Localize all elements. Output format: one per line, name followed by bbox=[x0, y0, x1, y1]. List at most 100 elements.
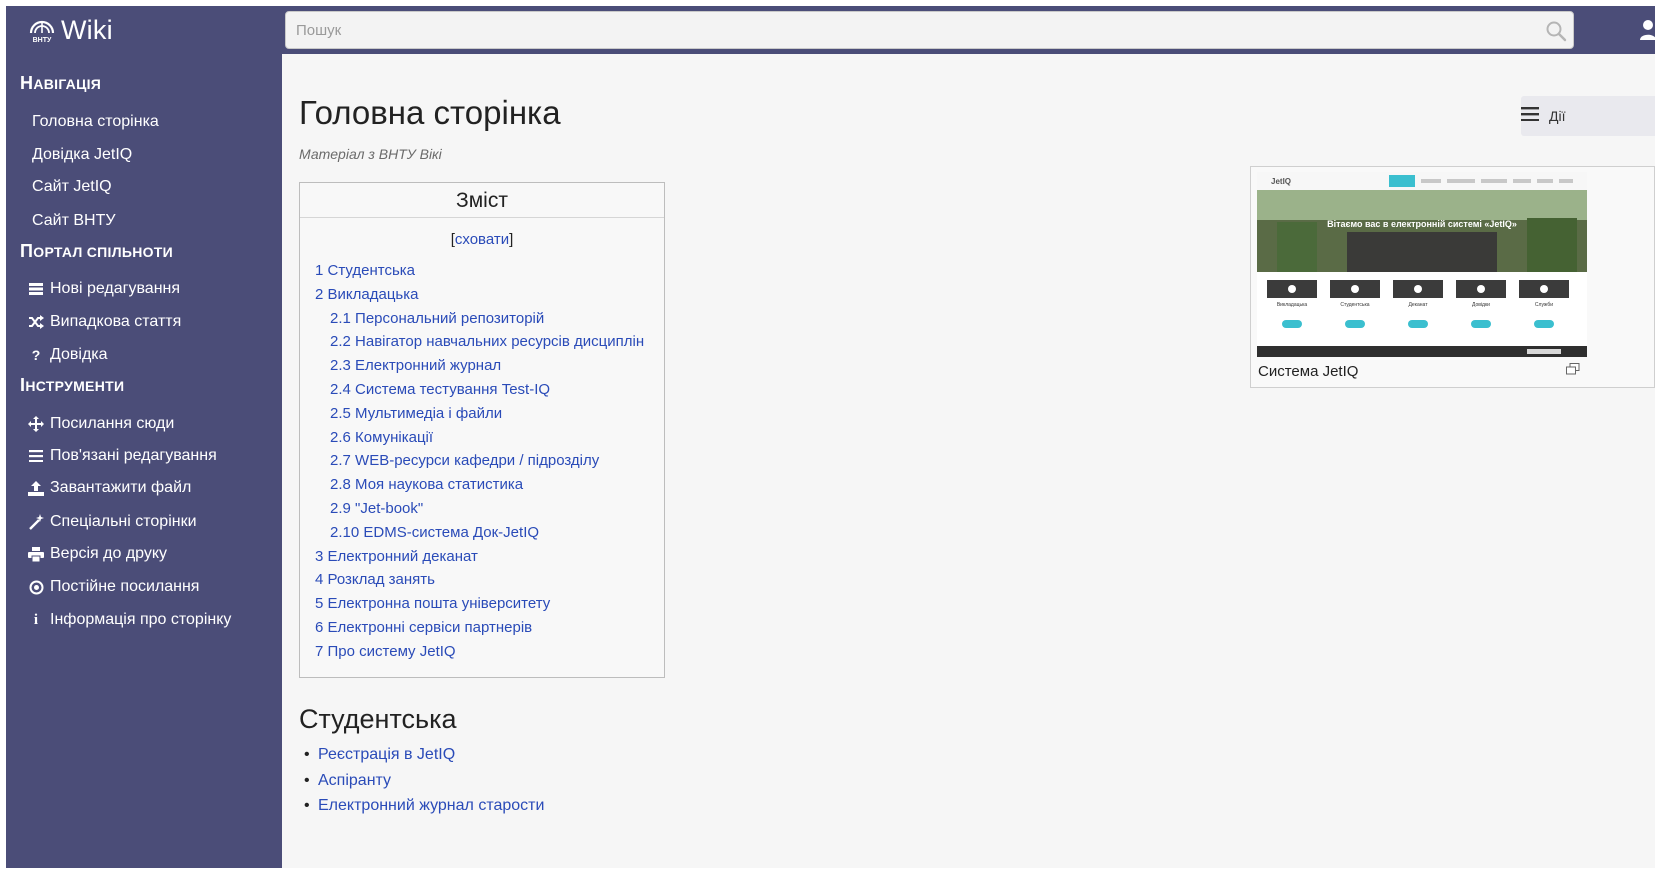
toc-item-number: 5 bbox=[315, 595, 324, 612]
toc-item-number: 2.1 bbox=[330, 310, 351, 327]
sidebar-item-related-changes[interactable]: Пов'язані редагування bbox=[28, 444, 217, 468]
toc-item[interactable]: 2.4 Система тестування Test-IQ bbox=[330, 381, 550, 398]
sidebar-item-help[interactable]: ? Довідка bbox=[28, 343, 108, 367]
sidebar-item-what-links-here[interactable]: Посилання сюди bbox=[28, 412, 174, 436]
svg-text:Студентська: Студентська bbox=[1340, 302, 1369, 308]
thumbnail-caption: Система JetIQ bbox=[1258, 363, 1359, 380]
toc-item-number: 2.2 bbox=[330, 333, 351, 350]
toc-item-number: 2.10 bbox=[330, 524, 360, 541]
svg-text:Довідки: Довідки bbox=[1472, 302, 1490, 308]
actions-menu-button[interactable]: Дії bbox=[1521, 96, 1655, 136]
thumbnail-frame: JetIQ Вітаємо вас в електронній системі … bbox=[1250, 166, 1655, 388]
sidebar-item-label: Нові редагування bbox=[50, 280, 181, 297]
sidebar-item-main-page[interactable]: Головна сторінка bbox=[32, 110, 159, 134]
user-icon[interactable] bbox=[1639, 19, 1655, 46]
toc-item[interactable]: 2 Викладацька bbox=[315, 286, 418, 303]
sidebar-item-label: Посилання сюди bbox=[50, 415, 175, 432]
toc-item-text: Викладацька bbox=[327, 286, 419, 303]
toc-item-number: 1 bbox=[315, 262, 324, 279]
toc-item[interactable]: 6 Електронні сервіси партнерів bbox=[315, 619, 532, 636]
vntu-logo-icon: ВНТУ bbox=[29, 20, 55, 44]
toc-item-number: 2.4 bbox=[330, 381, 351, 398]
sidebar-item-label: Головна сторінка bbox=[32, 113, 159, 130]
sidebar-item-printable-version[interactable]: Версія до друку bbox=[28, 542, 167, 566]
toc-item-number: 2 bbox=[315, 286, 324, 303]
toc-item[interactable]: 2.3 Електронний журнал bbox=[330, 357, 501, 374]
toc-item[interactable]: 2.7 WEB-ресурси кафедри / підрозділу bbox=[330, 452, 599, 469]
sidebar-item-permanent-link[interactable]: Постійне посилання bbox=[28, 575, 199, 599]
toc-item[interactable]: 2.5 Мультимедіа і файли bbox=[330, 405, 502, 422]
toc-item[interactable]: 2.9 "Jet-book" bbox=[330, 500, 423, 517]
move-icon bbox=[28, 416, 44, 432]
shuffle-icon bbox=[28, 314, 44, 330]
sidebar-item-random-page[interactable]: Випадкова стаття bbox=[28, 310, 181, 334]
sidebar-item-special-pages[interactable]: Спеціальні сторінки bbox=[28, 510, 197, 534]
toc-item-text: EDMS-система Док-JetIQ bbox=[363, 524, 540, 541]
svg-text:Викладацька: Викладацька bbox=[1277, 302, 1308, 308]
sidebar-item-label: Сайт ВНТУ bbox=[32, 212, 116, 229]
sidebar-item-jetiq-help[interactable]: Довідка JetIQ bbox=[32, 143, 132, 167]
sidebar-item-upload-file[interactable]: Завантажити файл bbox=[28, 476, 191, 500]
page-title: Головна сторінка bbox=[299, 94, 561, 131]
sidebar-item-recent-changes[interactable]: Нові редагування bbox=[28, 277, 180, 301]
upload-icon bbox=[28, 480, 44, 496]
toc-item-number: 3 bbox=[315, 548, 324, 565]
sidebar-item-jetiq-site[interactable]: Сайт JetIQ bbox=[32, 175, 112, 199]
svg-text:Вітаємо вас в електронній сист: Вітаємо вас в електронній системі «JetIQ… bbox=[1327, 219, 1517, 229]
toc-hide-link[interactable]: сховати bbox=[455, 231, 509, 248]
section-heading-student: Студентська bbox=[299, 704, 457, 734]
toc-item-text: Розклад занять bbox=[327, 571, 435, 588]
search-input[interactable] bbox=[286, 12, 1573, 48]
toc-item-text: Система тестування Test-IQ bbox=[355, 381, 551, 398]
toc-item-number: 2.6 bbox=[330, 429, 351, 446]
toc-item[interactable]: 2.2 Навігатор навчальних ресурсів дисцип… bbox=[330, 333, 644, 350]
toc-item-number: 6 bbox=[315, 619, 324, 636]
toc-item-text: Студентська bbox=[327, 262, 416, 279]
hamburger-icon bbox=[28, 448, 44, 464]
svg-text:ВНТУ: ВНТУ bbox=[33, 37, 52, 44]
toc-item-text: Персональний репозиторій bbox=[355, 310, 545, 327]
table-of-contents: Зміст [сховати] 1 Студентська 2 Викладаць… bbox=[299, 182, 665, 678]
thumbnail-image[interactable]: JetIQ Вітаємо вас в електронній системі … bbox=[1257, 172, 1587, 357]
sidebar-heading-navigation: Навігація bbox=[20, 73, 102, 93]
toc-title: Зміст bbox=[456, 189, 508, 212]
page-subtitle: Матеріал з ВНТУ Вікі bbox=[299, 146, 442, 162]
sidebar-heading-tools: Інструменти bbox=[20, 375, 125, 395]
actions-label: Дії bbox=[1549, 108, 1566, 124]
toc-item[interactable]: 5 Електронна пошта університету bbox=[315, 595, 550, 612]
toc-item[interactable]: 2.6 Комунікації bbox=[330, 429, 433, 446]
toc-item-text: "Jet-book" bbox=[355, 500, 424, 517]
logo-text: Wiki bbox=[61, 15, 113, 45]
toc-item[interactable]: 4 Розклад занять bbox=[315, 571, 435, 588]
list-item[interactable]: • Аспіранту bbox=[304, 772, 391, 790]
sidebar-item-page-information[interactable]: i Інформація про сторінку bbox=[28, 608, 231, 632]
enlarge-icon[interactable] bbox=[1566, 362, 1580, 380]
sidebar-item-label: Версія до друку bbox=[50, 545, 168, 562]
print-icon bbox=[28, 546, 44, 562]
search-icon[interactable] bbox=[1545, 20, 1567, 47]
wiki-logo[interactable]: ВНТУ Wiki bbox=[28, 15, 113, 46]
list-item[interactable]: • Реєстрація в JetIQ bbox=[304, 746, 455, 764]
sidebar-item-label: Постійне посилання bbox=[50, 578, 200, 595]
sidebar-item-vntu-site[interactable]: Сайт ВНТУ bbox=[32, 209, 116, 233]
top-bar: ВНТУ Wiki bbox=[6, 6, 1655, 54]
toc-item[interactable]: 3 Електронний деканат bbox=[315, 548, 478, 565]
hamburger-icon bbox=[1521, 106, 1539, 126]
info-icon: i bbox=[33, 611, 39, 628]
toc-item-number: 4 bbox=[315, 571, 324, 588]
toc-item-text: Електронний журнал bbox=[355, 357, 502, 374]
toc-item-text: Комунікації bbox=[355, 429, 434, 446]
toc-item-text: Про систему JetIQ bbox=[327, 643, 456, 660]
list-item[interactable]: • Електронний журнал старости bbox=[304, 797, 544, 815]
sidebar-heading-community: Портал спільноти bbox=[20, 241, 174, 261]
toc-item[interactable]: 2.8 Моя наукова статистика bbox=[330, 476, 523, 493]
toc-toggle: [сховати] bbox=[450, 231, 514, 248]
toc-item[interactable]: 2.1 Персональний репозиторій bbox=[330, 310, 544, 327]
toc-item-number: 2.5 bbox=[330, 405, 351, 422]
toc-item[interactable]: 7 Про систему JetIQ bbox=[315, 643, 456, 660]
sidebar: Навігація Головна сторінка Довідка JetIQ… bbox=[6, 54, 282, 868]
toc-item[interactable]: 2.10 EDMS-система Док-JetIQ bbox=[330, 524, 539, 541]
target-icon bbox=[28, 579, 44, 595]
toc-item[interactable]: 1 Студентська bbox=[315, 262, 415, 279]
sidebar-item-label: Спеціальні сторінки bbox=[50, 513, 197, 530]
